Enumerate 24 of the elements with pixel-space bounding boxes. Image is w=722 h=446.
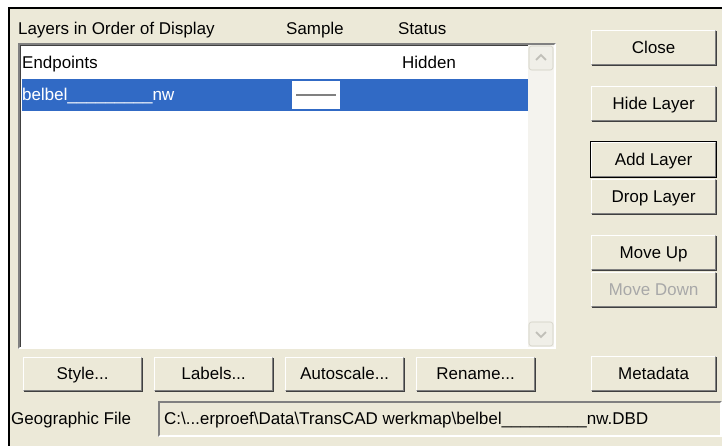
scroll-down-icon[interactable] xyxy=(528,321,554,347)
file-path-field[interactable]: C:\...erproef\Data\TransCAD werkmap\belbel_________nw.DBD xyxy=(158,401,722,437)
layer-name: belbel_________nw xyxy=(22,84,176,106)
column-header: Layers in Order of Display xyxy=(18,18,216,40)
layer-row[interactable]: belbel_________nw xyxy=(22,79,528,111)
dialog-button[interactable]: Hide Layer xyxy=(591,86,716,121)
layer-row[interactable]: Endpoints Hidden xyxy=(22,47,528,79)
scrollbar[interactable] xyxy=(528,45,554,347)
dialog-button[interactable]: Move Up xyxy=(591,235,716,270)
dialog-button[interactable]: Style... xyxy=(23,357,142,391)
dialog-button[interactable]: Add Layer xyxy=(591,142,716,177)
dialog-button[interactable]: Drop Layer xyxy=(591,179,716,214)
dialog-button[interactable]: Rename... xyxy=(416,357,535,391)
dialog-button[interactable]: Metadata xyxy=(591,356,716,391)
scroll-up-icon[interactable] xyxy=(528,45,554,71)
dialog-button[interactable]: Autoscale... xyxy=(285,357,404,391)
dialog-button[interactable]: Labels... xyxy=(154,357,273,391)
layer-name: Endpoints xyxy=(22,52,99,74)
field-label: Geographic File xyxy=(11,408,132,430)
column-header: Sample xyxy=(286,18,345,40)
column-header: Status xyxy=(398,18,446,40)
layer-status: Hidden xyxy=(402,52,456,74)
layer-list[interactable]: Endpoints Hidden belbel_________nw xyxy=(18,43,556,349)
dialog-button[interactable]: Close xyxy=(591,30,716,65)
